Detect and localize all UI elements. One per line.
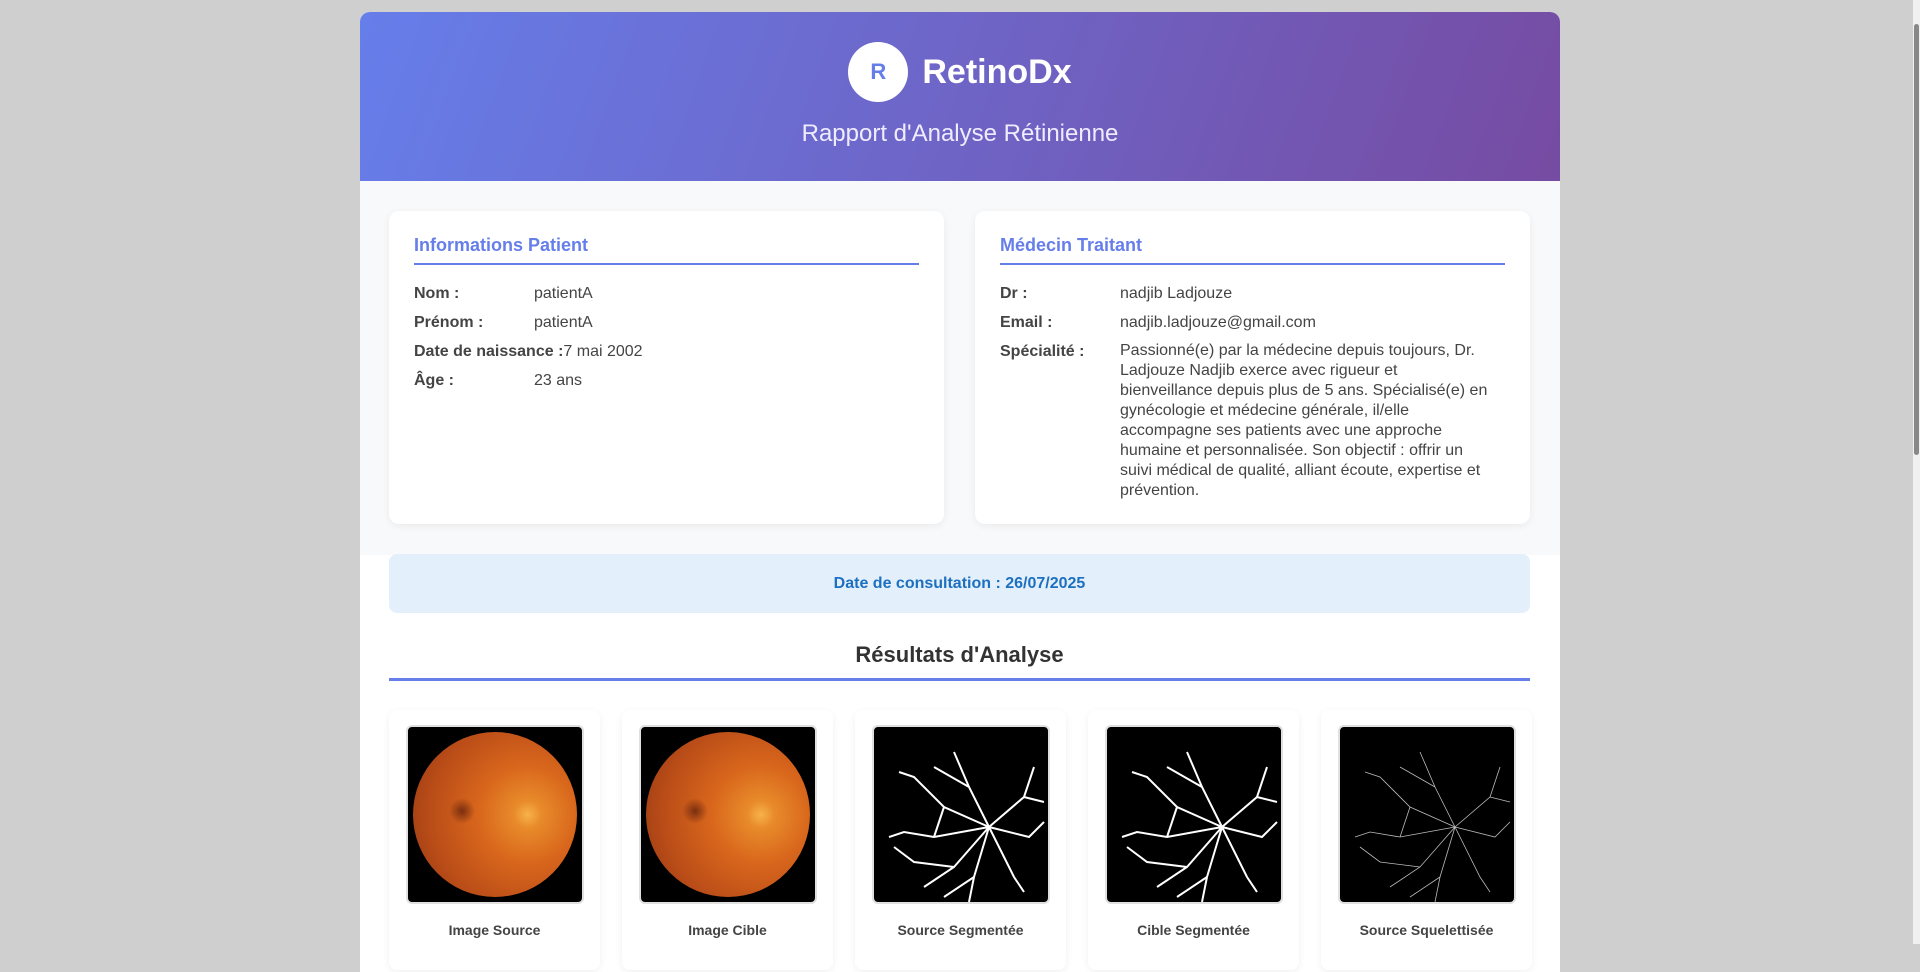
info-section: Informations Patient Nom : patientA Préno…: [360, 181, 1560, 555]
label: Spécialité :: [1000, 343, 1085, 360]
result-card-target-seg: Cible Segmentée: [1088, 710, 1299, 970]
scrollbar[interactable]: [1913, 0, 1920, 944]
value: patientA: [534, 314, 593, 331]
report-subtitle: Rapport d'Analyse Rétinienne: [801, 120, 1119, 147]
label: Nom :: [414, 285, 460, 302]
label: Âge :: [414, 372, 454, 389]
result-label: Image Cible: [688, 922, 767, 938]
doctor-row-name: Dr : nadjib Ladjouze: [1000, 279, 1505, 308]
logo-icon: R: [848, 42, 909, 102]
doctor-row-specialty: Spécialité : Passionné(e) par la médecine…: [1000, 337, 1505, 501]
source-image: [406, 725, 584, 904]
patient-row-nom: Nom : patientA: [414, 279, 919, 308]
result-card-source: Image Source: [389, 710, 600, 970]
doctor-card-title: Médecin Traitant: [1000, 235, 1505, 265]
doctor-card: Médecin Traitant Dr : nadjib Ladjouze Ema…: [975, 211, 1530, 524]
doctor-row-email: Email : nadjib.ladjouze@gmail.com: [1000, 308, 1505, 337]
target-segmented-image: [1105, 725, 1283, 904]
result-label: Image Source: [448, 922, 541, 938]
value: patientA: [534, 285, 593, 302]
label: Prénom :: [414, 314, 484, 331]
brand-name: RetinoDx: [922, 52, 1072, 91]
result-label: Source Segmentée: [897, 922, 1024, 938]
results-grid: Image Source Image Cible Source Segmenté…: [389, 710, 1532, 970]
patient-row-prenom: Prénom : patientA: [414, 308, 919, 337]
report-header: R RetinoDx Rapport d'Analyse Rétinienne: [360, 12, 1560, 181]
result-card-source-seg: Source Segmentée: [855, 710, 1066, 970]
report-page: R RetinoDx Rapport d'Analyse Rétinienne …: [360, 12, 1560, 972]
result-label: Source Squelettisée: [1359, 922, 1494, 938]
scrollbar-thumb[interactable]: [1914, 24, 1919, 455]
source-segmented-image: [872, 725, 1050, 904]
value: nadjib Ladjouze: [1120, 285, 1233, 302]
result-card-target: Image Cible: [622, 710, 833, 970]
result-label: Cible Segmentée: [1137, 922, 1250, 938]
patient-card: Informations Patient Nom : patientA Préno…: [389, 211, 944, 524]
value: nadjib.ladjouze@gmail.com: [1120, 314, 1316, 331]
label: Dr :: [1000, 285, 1028, 302]
value: Passionné(e) par la médecine depuis touj…: [1120, 342, 1488, 499]
value: 23 ans: [534, 372, 583, 389]
source-skeleton-image: [1338, 725, 1516, 904]
patient-row-age: Âge : 23 ans: [414, 366, 919, 395]
patient-row-birthdate: Date de naissance :7 mai 2002: [414, 337, 919, 366]
patient-card-title: Informations Patient: [414, 235, 919, 265]
value: 7 mai 2002: [563, 343, 643, 360]
label: Email :: [1000, 314, 1053, 331]
consultation-date: Date de consultation : 26/07/2025: [389, 554, 1530, 613]
target-image: [639, 725, 817, 904]
results-title: Résultats d'Analyse: [389, 642, 1530, 681]
label: Date de naissance :: [414, 343, 564, 360]
result-card-skeleton: Source Squelettisée: [1321, 710, 1532, 970]
brand: R RetinoDx: [360, 42, 1560, 102]
